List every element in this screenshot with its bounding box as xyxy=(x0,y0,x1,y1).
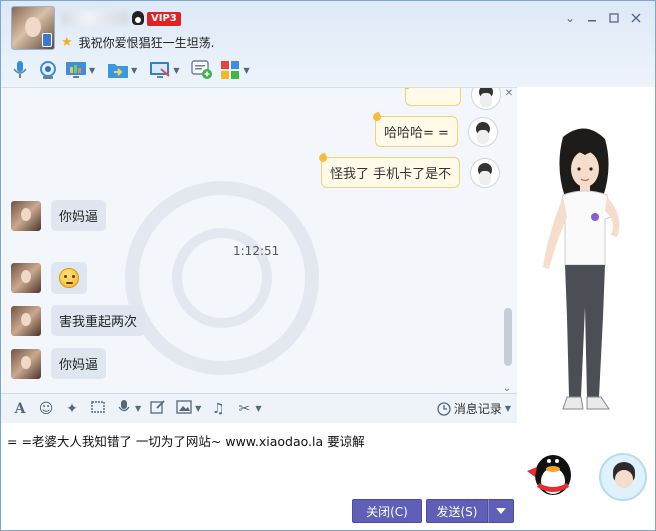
message-item xyxy=(11,262,87,294)
contact-avatar[interactable] xyxy=(11,6,55,50)
action-bar: 关闭(C) 发送(S) xyxy=(1,493,517,530)
chevron-down-icon: ▼ xyxy=(504,404,511,413)
message-bubble xyxy=(51,262,87,294)
signature-text: 我祝你爱恨猖狂一生坦荡. xyxy=(78,36,215,50)
input-toolbar: A ☺ ✦ ▼ ▼ ♫ ✂ ▼ 消息记录 ▼ xyxy=(1,393,517,423)
image-icon[interactable] xyxy=(175,399,193,418)
my-show-avatar[interactable] xyxy=(599,453,647,501)
message-history-button[interactable]: 消息记录 ▼ xyxy=(437,400,511,417)
angry-emoji-icon xyxy=(59,268,79,288)
close-button[interactable] xyxy=(625,9,647,27)
message-item xyxy=(405,88,501,110)
watermark-pattern xyxy=(125,181,319,375)
message-bubble: 害我重起两次 xyxy=(51,305,146,336)
close-chat-button[interactable]: 关闭(C) xyxy=(352,499,422,523)
voice-message-icon[interactable] xyxy=(115,399,133,419)
send-options-button[interactable] xyxy=(488,499,514,523)
mic-icon[interactable] xyxy=(9,59,31,81)
scissors-icon[interactable]: ✂ xyxy=(235,401,253,417)
message-item: 哈哈哈= = xyxy=(375,116,498,147)
qq-show-character[interactable] xyxy=(525,127,645,427)
message-input[interactable]: = =老婆大人我知错了 一切为了网站~ www.xiaodao.la 要谅解 xyxy=(1,423,517,493)
maximize-button[interactable] xyxy=(603,9,625,27)
history-label: 消息记录 xyxy=(453,402,502,416)
chevron-down-icon[interactable]: ▼ xyxy=(255,404,261,413)
my-avatar[interactable] xyxy=(471,88,501,110)
video-call-icon[interactable] xyxy=(37,59,59,81)
message-bubble: 你妈逼 xyxy=(51,348,107,379)
chevron-down-icon[interactable]: ▼ xyxy=(243,66,249,75)
music-icon[interactable]: ♫ xyxy=(209,401,227,417)
file-transfer-icon[interactable] xyxy=(107,59,129,81)
scroll-down-icon[interactable]: ⌄ xyxy=(501,383,513,393)
remote-desktop-icon[interactable] xyxy=(149,59,171,81)
send-button[interactable]: 发送(S) xyxy=(426,499,488,523)
my-avatar[interactable] xyxy=(470,157,501,188)
new-chat-icon[interactable] xyxy=(191,59,213,81)
qq-logo-icon xyxy=(132,11,144,25)
chevron-down-icon[interactable]: ▼ xyxy=(195,404,201,413)
font-icon[interactable]: A xyxy=(11,401,29,417)
star-icon: ★ xyxy=(61,35,73,50)
chevron-down-icon[interactable]: ▼ xyxy=(131,66,137,75)
clock-icon xyxy=(437,401,451,416)
message-item: 你妈逼 xyxy=(11,200,107,231)
screen-share-icon[interactable] xyxy=(65,59,87,81)
chevron-down-icon xyxy=(496,508,506,514)
message-list[interactable]: ✕ 哈哈哈= = 怪我了 手机卡了是不 你妈逼 1:12:51 害我重起两次 你… xyxy=(1,87,517,393)
message-item: 害我重起两次 xyxy=(11,305,146,336)
screenshot-icon[interactable] xyxy=(89,400,107,418)
chevron-down-icon[interactable]: ⌄ xyxy=(559,9,581,27)
chevron-down-icon[interactable]: ▼ xyxy=(173,66,179,75)
message-bubble: 哈哈哈= = xyxy=(375,116,458,147)
contact-signature: ★ 我祝你爱恨猖狂一生坦荡. xyxy=(61,34,214,51)
contact-nickname-blurred xyxy=(61,11,129,25)
contact-avatar[interactable] xyxy=(11,263,41,293)
contact-avatar[interactable] xyxy=(11,348,41,379)
chat-scrollbar[interactable]: ⌄ xyxy=(503,88,513,393)
qq-penguin-icon[interactable] xyxy=(523,443,579,499)
magic-wand-icon[interactable]: ✦ xyxy=(63,401,81,417)
message-item: 怪我了 手机卡了是不 xyxy=(321,157,501,188)
message-timestamp: 1:12:51 xyxy=(233,244,280,258)
message-input-text[interactable]: = =老婆大人我知错了 一切为了网站~ www.xiaodao.la 要谅解 xyxy=(7,431,365,450)
contact-avatar[interactable] xyxy=(11,305,41,336)
contact-avatar[interactable] xyxy=(11,200,41,231)
qq-chat-window: VIP3 ★ 我祝你爱恨猖狂一生坦荡. ⌄ ▼ ▼ ▼ ▼ ✕ 哈哈哈= = 怪… xyxy=(0,0,656,531)
chat-toolbar: ▼ ▼ ▼ ▼ xyxy=(9,57,256,83)
scrollbar-thumb[interactable] xyxy=(504,308,512,366)
apps-icon[interactable] xyxy=(219,59,241,81)
edit-icon[interactable] xyxy=(149,399,167,419)
vip-badge[interactable]: VIP3 xyxy=(147,12,181,26)
chevron-down-icon[interactable]: ▼ xyxy=(89,66,95,75)
message-bubble: 你妈逼 xyxy=(51,200,107,231)
window-controls: ⌄ xyxy=(559,9,647,27)
message-item: 你妈逼 xyxy=(11,348,107,379)
show-panel xyxy=(517,87,655,530)
my-avatar[interactable] xyxy=(467,116,498,147)
emoji-icon[interactable]: ☺ xyxy=(37,401,55,417)
message-bubble: 怪我了 手机卡了是不 xyxy=(321,157,461,188)
chevron-down-icon[interactable]: ▼ xyxy=(135,404,141,413)
minimize-button[interactable] xyxy=(581,9,603,27)
mobile-online-icon xyxy=(42,33,52,47)
